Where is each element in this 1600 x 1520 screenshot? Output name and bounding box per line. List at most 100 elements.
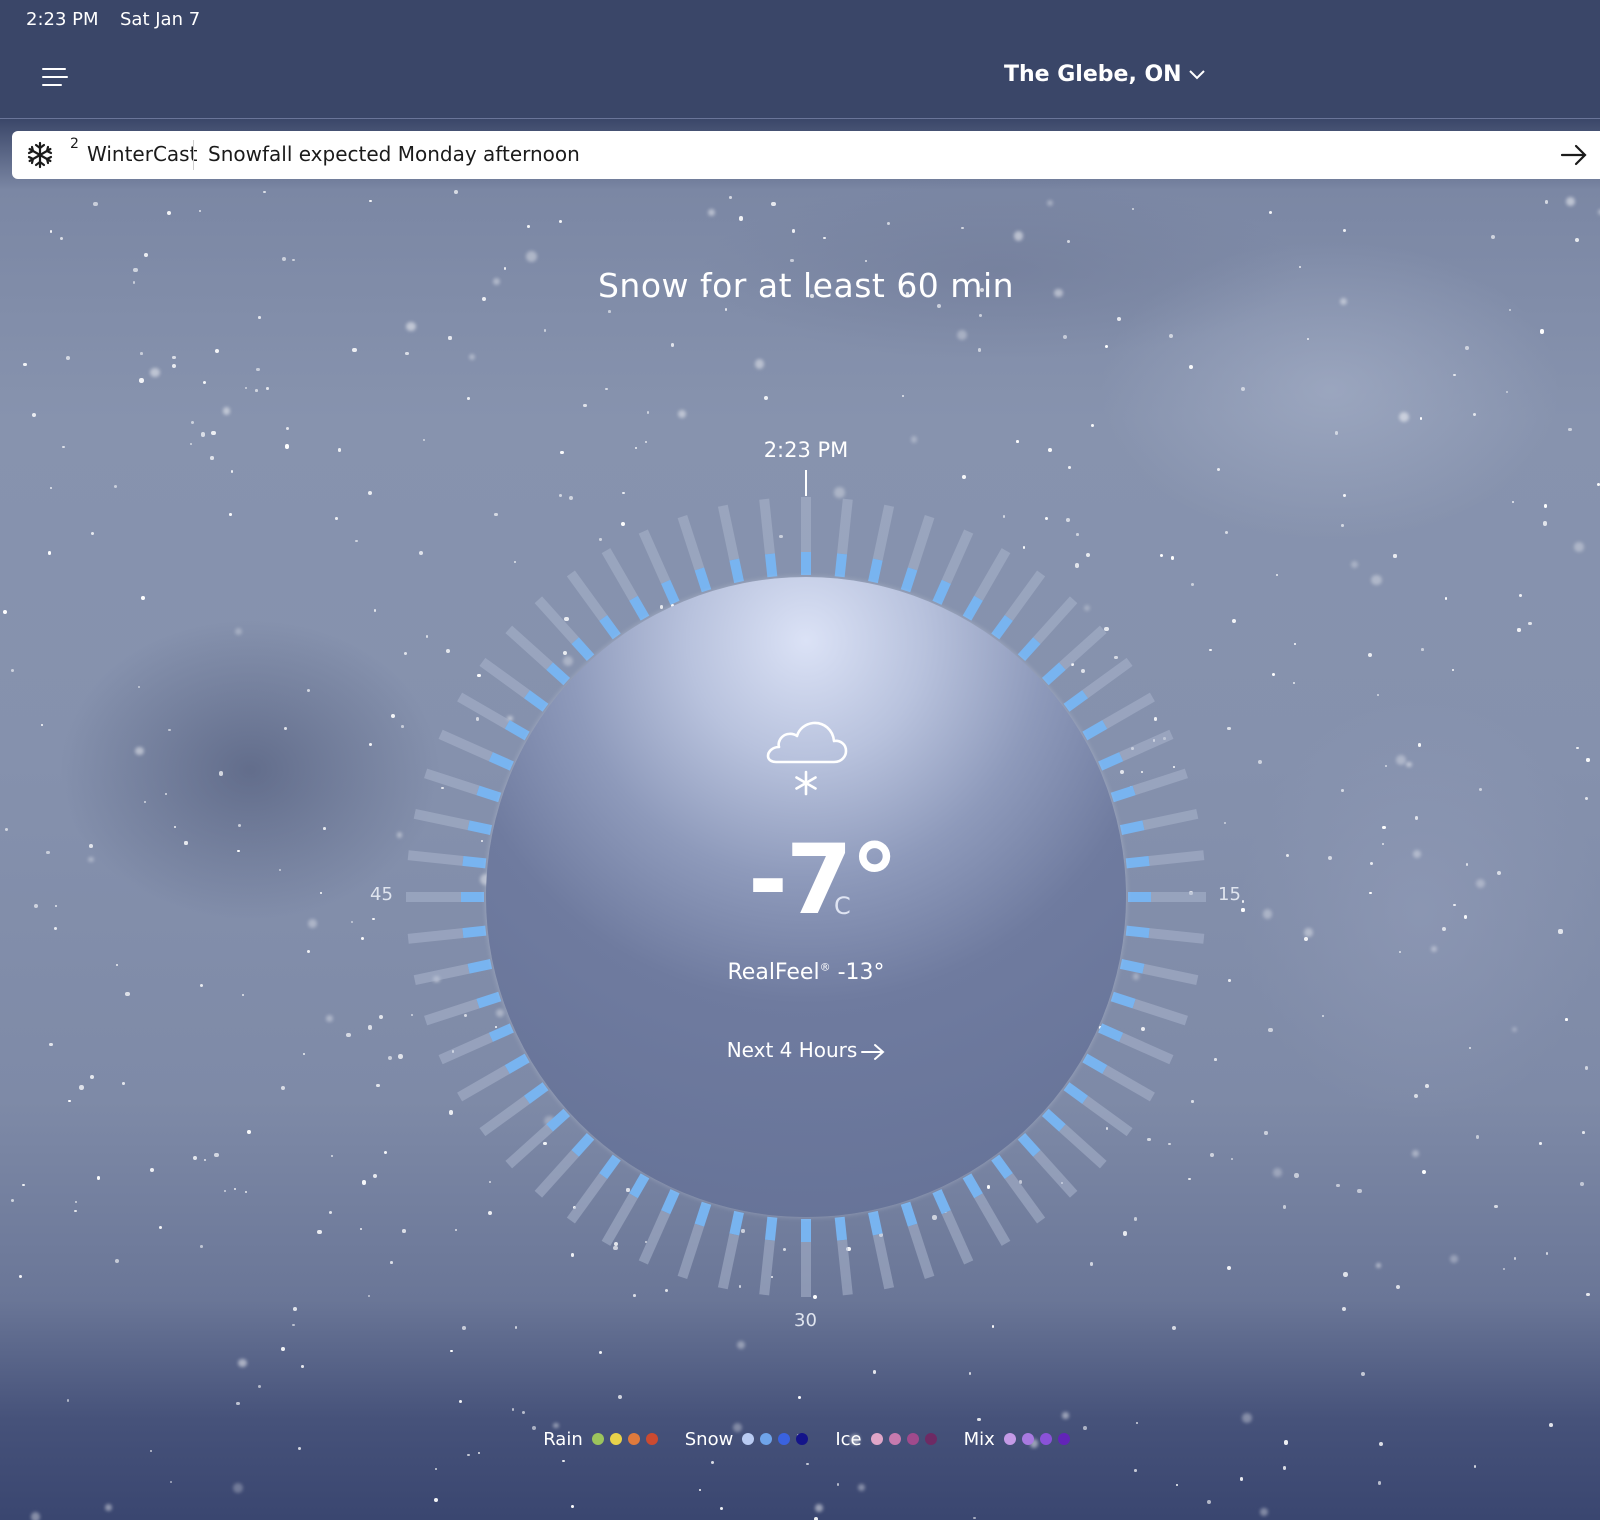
- legend-swatch: [591, 1433, 604, 1445]
- legend-swatch: [1039, 1433, 1052, 1445]
- minute-snow-bar: [962, 1173, 983, 1199]
- minute-tick: [479, 1095, 530, 1137]
- minute-snow-bar: [599, 614, 621, 640]
- minute-snow-bar: [932, 1189, 951, 1215]
- minute-snow-bar: [764, 553, 778, 578]
- minute-tick: [407, 928, 464, 944]
- legend-swatch: [627, 1433, 640, 1445]
- minute-snow-bar: [1119, 959, 1145, 974]
- minute-snow-bar: [962, 595, 983, 621]
- minute-snow-bar: [900, 1201, 918, 1227]
- minute-tick: [1142, 963, 1199, 986]
- minute-tick: [759, 498, 775, 555]
- minute-tick: [601, 548, 638, 601]
- minute-tick: [1119, 1032, 1174, 1065]
- next-4-hours-link[interactable]: Next 4 Hours: [700, 1038, 912, 1062]
- minute-snow-bar: [1125, 925, 1150, 939]
- legend-swatch: [645, 1433, 658, 1445]
- realfeel-label: RealFeel: [727, 960, 820, 985]
- minute-tick: [1004, 570, 1046, 621]
- minute-tick: [413, 808, 470, 831]
- minute-tick: [1142, 808, 1199, 831]
- minute-snow-bar: [504, 1053, 530, 1074]
- minute-snow-bar: [729, 558, 744, 584]
- legend-label: Ice: [835, 1428, 862, 1450]
- legend-label: Snow: [684, 1428, 734, 1450]
- minute-tick: [407, 850, 464, 866]
- minute-snow-bar: [834, 1216, 848, 1241]
- minute-snow-bar: [729, 1210, 744, 1236]
- minute-tick: [1082, 657, 1133, 699]
- legend-label: Rain: [543, 1428, 583, 1450]
- legend-swatch: [870, 1433, 883, 1445]
- minute-snow-bar: [1017, 1132, 1041, 1157]
- minute-tick: [717, 1233, 740, 1290]
- minute-tick: [1102, 692, 1155, 729]
- legend-group-mix: Mix: [964, 1428, 1073, 1450]
- minute-snow-bar: [1041, 1108, 1066, 1132]
- minute-snow-bar: [834, 553, 848, 578]
- minute-snow-bar: [599, 1154, 621, 1180]
- minute-snow-bar: [1063, 1082, 1089, 1104]
- minute-snow-bar: [523, 1082, 549, 1104]
- minute-tick: [505, 625, 553, 670]
- minute-tick: [759, 1239, 775, 1296]
- realfeel-value: -13°: [837, 960, 885, 985]
- minute-tick: [438, 729, 493, 762]
- minute-tick: [941, 529, 974, 584]
- minute-snow-bar: [523, 690, 549, 712]
- minute-tick: [638, 529, 671, 584]
- minute-snow-bar: [546, 662, 571, 686]
- arrow-right-icon: [861, 1043, 885, 1060]
- minute-tick: [907, 515, 935, 571]
- legend-swatch: [760, 1433, 773, 1445]
- minute-tick: [974, 548, 1011, 601]
- precipitation-legend: Rain Snow Ice Mix: [0, 1428, 1600, 1450]
- minute-snow-bar: [1098, 1023, 1124, 1042]
- minute-snow-bar: [1017, 637, 1041, 662]
- minute-tick: [1132, 998, 1188, 1026]
- minute-snow-bar: [1082, 720, 1108, 741]
- minute-snow-bar: [488, 1023, 514, 1042]
- temperature-unit: C: [834, 892, 851, 920]
- minute-snow-bar: [1098, 752, 1124, 771]
- legend-swatch: [609, 1433, 622, 1445]
- minute-tick: [837, 1239, 853, 1296]
- minute-tick: [1033, 596, 1078, 644]
- minute-snow-bar: [1125, 855, 1150, 869]
- legend-group-snow: Snow: [685, 1428, 812, 1450]
- minute-snow-bar: [1110, 991, 1136, 1009]
- legend-group-rain: Rain: [543, 1428, 661, 1450]
- cloud-snow-icon: [766, 721, 848, 796]
- weather-screen: 2:23 PM Sat Jan 7 The Glebe, ON 2 Winter…: [0, 0, 1600, 1520]
- minute-tick: [941, 1210, 974, 1265]
- minute-tick: [505, 1124, 553, 1169]
- minute-snow-bar: [629, 1173, 650, 1199]
- minute-tick: [534, 596, 579, 644]
- minute-tick: [1102, 1065, 1155, 1102]
- minute-snow-bar: [661, 1189, 680, 1215]
- minute-snow-bar: [868, 1210, 883, 1236]
- minute-snow-bar: [1082, 1053, 1108, 1074]
- legend-swatch: [1057, 1433, 1070, 1445]
- dial-label-30: 30: [794, 1310, 817, 1331]
- minute-snow-bar: [1110, 785, 1136, 803]
- minute-snow-bar: [991, 614, 1013, 640]
- minute-tick: [638, 1210, 671, 1265]
- minute-tick: [1059, 1124, 1107, 1169]
- legend-swatch: [742, 1433, 755, 1445]
- legend-swatch: [906, 1433, 919, 1445]
- minute-snow-bar: [694, 1201, 712, 1227]
- minute-tick: [677, 515, 705, 571]
- minute-tick: [907, 1223, 935, 1279]
- minute-tick: [1004, 1173, 1046, 1224]
- minute-snow-bar: [467, 820, 493, 835]
- realfeel-temperature: RealFeel® -13°: [656, 960, 956, 985]
- dial-label-15: 15: [1218, 884, 1241, 905]
- minute-snow-bar: [629, 595, 650, 621]
- minute-tick: [1059, 625, 1107, 670]
- next-hours-label: Next 4 Hours: [726, 1038, 858, 1062]
- minute-snow-bar: [462, 925, 487, 939]
- minute-snow-bar: [571, 1132, 595, 1157]
- minute-snow-bar: [462, 855, 487, 869]
